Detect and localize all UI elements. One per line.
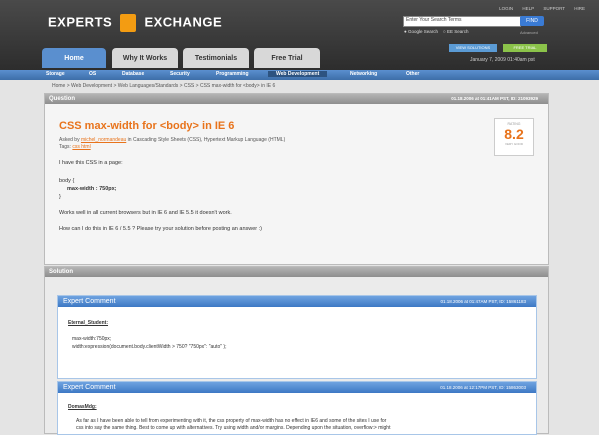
comment-title: Expert Comment — [63, 384, 116, 391]
asked-prefix: Asked by — [59, 137, 80, 143]
question-line: max-width : 750px; — [67, 186, 117, 192]
comment-line: As far as I have been able to tell from … — [76, 418, 387, 424]
nav-security[interactable]: Security — [170, 71, 190, 77]
tab-free-trial[interactable]: Free Trial — [254, 48, 320, 68]
view-solutions-button[interactable]: VIEW SOLUTIONS — [449, 44, 497, 52]
question-header: Question 01.18.2006 at 01:41AM PST, ID: … — [45, 94, 548, 104]
hire-link[interactable]: HIRE — [574, 6, 585, 11]
find-button[interactable]: FIND — [520, 16, 544, 26]
question-meta: 01.18.2006 at 01:41AM PST, ID: 21093929 — [451, 96, 538, 101]
comment-title: Expert Comment — [63, 298, 116, 305]
nav-database[interactable]: Database — [122, 71, 144, 77]
help-link[interactable]: HELP — [522, 6, 534, 11]
comment-meta: 01.18.2006 at 12:17PM PST, ID: 15863003 — [440, 385, 526, 390]
question-line: How can I do this in IE 6 / 5.5 ? Please… — [59, 226, 262, 232]
comment-line: css into say the same thing. Best to com… — [76, 425, 391, 431]
question-line: I have this CSS in a page: — [59, 160, 123, 166]
question-panel: Question 01.18.2006 at 01:41AM PST, ID: … — [44, 93, 549, 265]
search-options: ● Google Search ○ EE Search — [404, 29, 469, 34]
google-search-radio[interactable]: ● Google Search — [404, 29, 438, 34]
question-asked-by: Asked by michel_normandeau in Cascading … — [59, 137, 285, 143]
nav-os[interactable]: OS — [89, 71, 96, 77]
comment-line: max-width:750px; — [72, 336, 112, 342]
comment-header: Expert Comment 01.18.2006 at 01:47AM PST… — [58, 296, 536, 307]
free-trial-button[interactable]: FREE TRIAL — [503, 44, 547, 52]
solution-header-label: Solution — [49, 269, 73, 275]
nav-web-development[interactable]: Web Development — [268, 71, 328, 77]
tab-testimonials[interactable]: Testimonials — [183, 48, 249, 68]
question-header-label: Question — [49, 96, 76, 102]
brand-right: EXCHANGE — [144, 14, 223, 30]
question-line: body { — [59, 178, 75, 184]
rating-value: 8.2 — [504, 126, 524, 142]
rating-badge: RATING 8.2 VERY GOOD — [494, 118, 534, 156]
tags-label: Tags: — [59, 144, 71, 150]
top-links: LOGIN HELP SUPPORT HIRE — [491, 6, 585, 11]
current-date: January 7, 2009 01:40am pst — [470, 57, 535, 63]
expert-comment: Expert Comment 01.18.2006 at 12:17PM PST… — [57, 381, 537, 435]
comment-line: width:expression(document.body.clientWid… — [72, 344, 227, 350]
question-line: Works well in all current browsers but i… — [59, 210, 232, 216]
ee-search-radio[interactable]: ○ EE Search — [443, 29, 468, 34]
login-link[interactable]: LOGIN — [499, 6, 513, 11]
advanced-search-link[interactable]: Advanced — [520, 30, 538, 35]
support-link[interactable]: SUPPORT — [543, 6, 565, 11]
nav-other[interactable]: Other — [406, 71, 419, 77]
question-tags: Tags: css html — [59, 144, 91, 150]
logo-icon — [120, 14, 137, 32]
tags-link[interactable]: css html — [72, 144, 90, 150]
comment-meta: 01.18.2006 at 01:47AM PST, ID: 15861183 — [440, 299, 526, 304]
question-title: CSS max-width for <body> in IE 6 — [59, 120, 235, 132]
nav-programming[interactable]: Programming — [216, 71, 249, 77]
brand-logo[interactable]: EXPERTS EXCHANGE — [48, 14, 222, 32]
solution-header: Solution — [45, 267, 548, 277]
comment-author[interactable]: Eternal_Student: — [68, 320, 108, 326]
comment-header: Expert Comment 01.18.2006 at 12:17PM PST… — [58, 382, 536, 393]
search-input[interactable]: Enter Your Search Terms — [403, 16, 521, 27]
ee-search-label: EE Search — [446, 29, 469, 34]
brand-left: EXPERTS — [48, 14, 113, 30]
google-search-label: Google Search — [407, 29, 438, 34]
nav-storage[interactable]: Storage — [46, 71, 65, 77]
tab-why-it-works[interactable]: Why It Works — [112, 48, 178, 68]
tab-home[interactable]: Home — [42, 48, 106, 68]
author-link[interactable]: michel_normandeau — [81, 137, 126, 143]
comment-author[interactable]: DomasMdg: — [68, 404, 97, 410]
asked-suffix: in Cascading Style Sheets (CSS), Hyperte… — [127, 137, 286, 143]
solution-panel: Solution Expert Comment 01.18.2006 at 01… — [44, 266, 549, 435]
expert-comment: Expert Comment 01.18.2006 at 01:47AM PST… — [57, 295, 537, 379]
question-line: } — [59, 194, 61, 200]
category-nav: Storage OS Database Security Programming… — [0, 70, 599, 80]
nav-networking[interactable]: Networking — [350, 71, 377, 77]
rating-sub: VERY GOOD — [504, 142, 524, 146]
question-body: CSS max-width for <body> in IE 6 Asked b… — [45, 104, 548, 264]
breadcrumb[interactable]: Home > Web Development > Web Languages/S… — [52, 83, 275, 89]
